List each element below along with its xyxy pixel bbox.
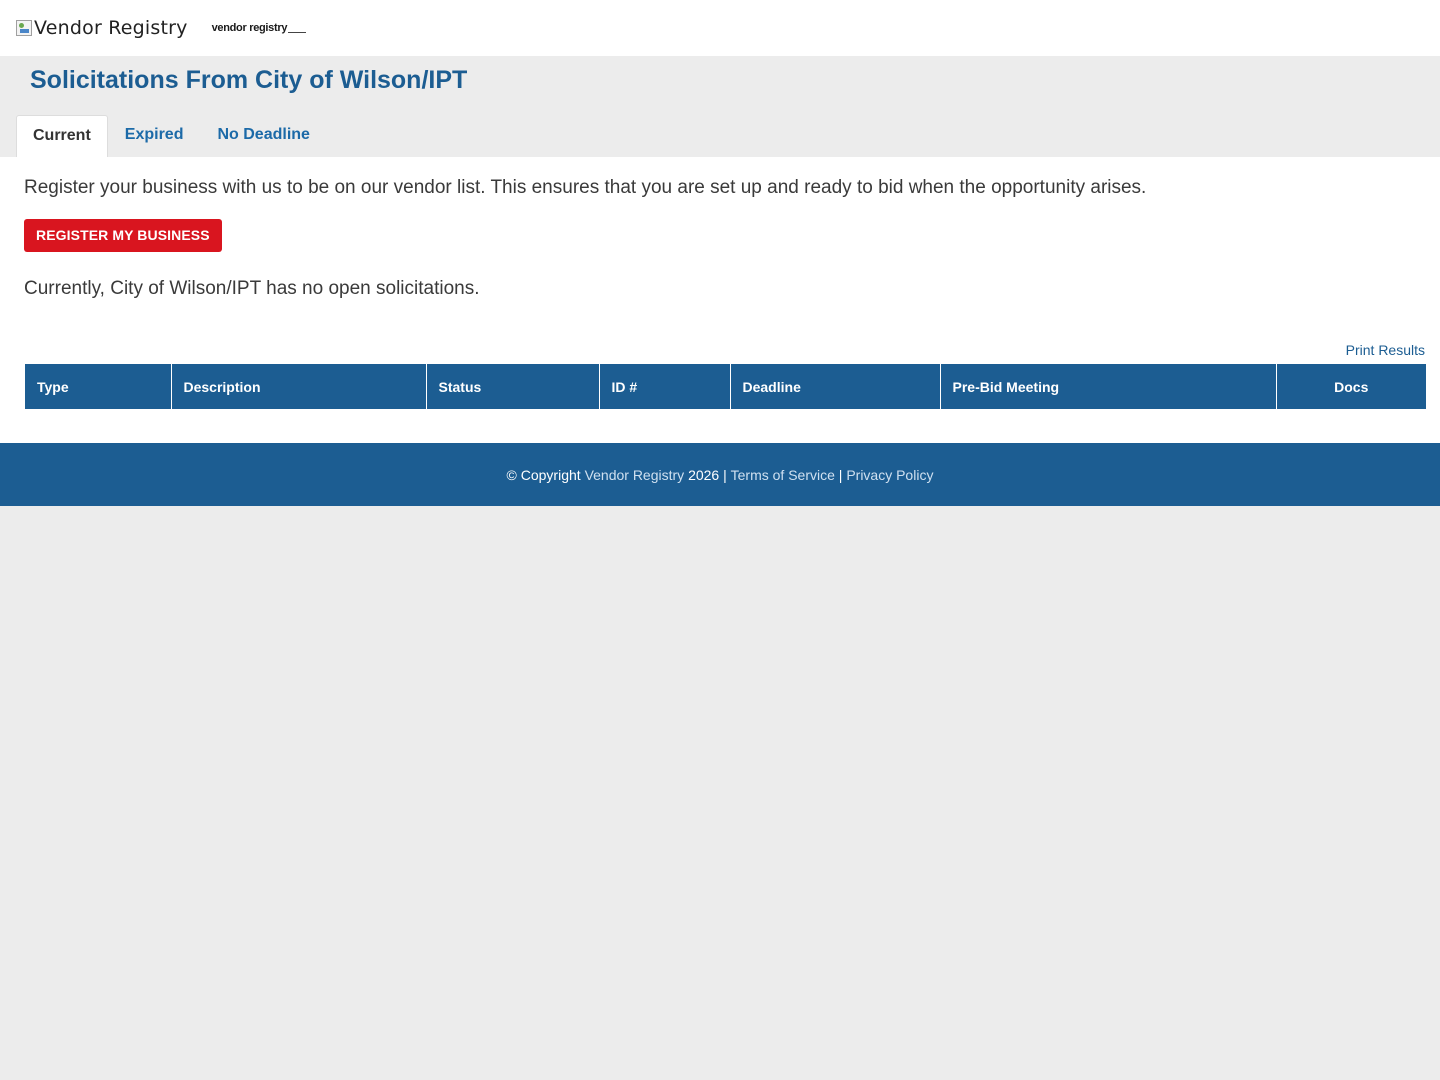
footer-separator: | bbox=[838, 466, 843, 483]
print-row: Print Results bbox=[24, 342, 1425, 364]
page-title: Solicitations From City of Wilson/IPT bbox=[30, 66, 468, 94]
footer: © Copyright Vendor Registry 2026 | Terms… bbox=[0, 443, 1440, 506]
footer-year: 2026 bbox=[688, 466, 720, 483]
register-intro-text: Register your business with us to be on … bbox=[24, 177, 1147, 198]
top-bar: Vendor Registry vendor registry bbox=[0, 0, 1440, 56]
footer-privacy-link[interactable]: Privacy Policy bbox=[846, 467, 933, 483]
register-my-business-button[interactable]: REGISTER MY BUSINESS bbox=[24, 219, 222, 252]
column-header-deadline[interactable]: Deadline bbox=[730, 364, 941, 409]
column-header-status[interactable]: Status bbox=[426, 364, 600, 409]
print-results-link[interactable]: Print Results bbox=[1346, 342, 1425, 358]
tab-expired[interactable]: Expired bbox=[108, 115, 201, 157]
solicitation-tabs: Current Expired No Deadline bbox=[16, 114, 1424, 157]
footer-terms-link[interactable]: Terms of Service bbox=[731, 467, 835, 483]
column-header-id[interactable]: ID # bbox=[599, 364, 731, 409]
main-content: Register your business with us to be on … bbox=[0, 157, 1440, 443]
column-header-docs[interactable]: Docs bbox=[1276, 364, 1426, 409]
footer-vendor-registry-link[interactable]: Vendor Registry bbox=[585, 467, 685, 483]
footer-separator: | bbox=[723, 466, 727, 483]
table-header-row: Type Description Status ID # Deadline Pr… bbox=[25, 364, 1426, 409]
vendor-registry-logo-tagline bbox=[288, 28, 306, 33]
no-open-solicitations-text: Currently, City of Wilson/IPT has no ope… bbox=[24, 278, 480, 299]
vendor-registry-logo[interactable]: vendor registry bbox=[212, 22, 306, 34]
column-header-description[interactable]: Description bbox=[171, 364, 427, 409]
broken-logo-alt-text: Vendor Registry bbox=[34, 17, 188, 39]
broken-logo-image[interactable]: Vendor Registry bbox=[16, 16, 188, 40]
column-header-type[interactable]: Type bbox=[25, 364, 172, 409]
page-background bbox=[0, 506, 1440, 1079]
broken-image-icon bbox=[16, 20, 32, 36]
vendor-registry-logo-text: vendor registry bbox=[211, 22, 288, 34]
solicitations-table: Type Description Status ID # Deadline Pr… bbox=[25, 364, 1426, 409]
tab-current[interactable]: Current bbox=[16, 115, 108, 157]
tab-no-deadline[interactable]: No Deadline bbox=[200, 115, 326, 157]
header-area: Solicitations From City of Wilson/IPT Cu… bbox=[0, 56, 1440, 157]
column-header-pre-bid-meeting[interactable]: Pre-Bid Meeting bbox=[940, 364, 1277, 409]
footer-copyright: © Copyright bbox=[506, 466, 581, 483]
